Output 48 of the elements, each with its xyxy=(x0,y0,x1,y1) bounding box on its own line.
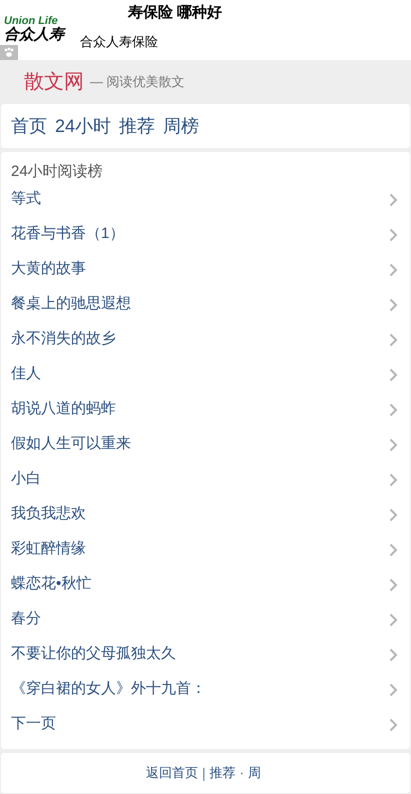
article-link[interactable]: 胡说八道的蚂蚱 xyxy=(1,392,410,427)
article-link[interactable]: 大黄的故事 xyxy=(1,252,410,287)
separator-text: | xyxy=(202,764,206,783)
nav-link[interactable]: 24小时 xyxy=(55,112,112,140)
footer-link[interactable]: 推荐 xyxy=(210,763,236,783)
chevron-right-icon xyxy=(389,578,398,592)
chevron-right-icon xyxy=(389,228,398,242)
chevron-right-icon xyxy=(389,262,398,276)
nav-link[interactable]: 推荐 xyxy=(119,112,156,140)
site-name[interactable]: 散文网 xyxy=(24,67,84,97)
article-link[interactable]: 永不消失的故乡 xyxy=(1,322,410,357)
logo-text: Union Life xyxy=(4,16,58,27)
chevron-right-icon xyxy=(389,648,398,662)
chevron-right-icon xyxy=(389,508,398,522)
article-link[interactable]: 我负我悲欢 xyxy=(1,497,410,532)
ad-headline[interactable]: 寿保险 哪种好 xyxy=(128,3,222,23)
article-link[interactable]: 春分 xyxy=(1,602,410,637)
ad-subtitle: 合众人寿保险 xyxy=(80,33,158,51)
dot-text: · xyxy=(240,764,244,782)
chevron-right-icon xyxy=(389,718,398,732)
article-link[interactable]: 蝶恋花•秋忙 xyxy=(1,567,410,602)
chevron-right-icon xyxy=(389,438,398,452)
article-link[interactable]: 不要让你的父母孤独太久 xyxy=(1,637,410,672)
nav-link[interactable]: 周榜 xyxy=(163,112,200,140)
article-link[interactable]: 《穿白裙的女人》外十九首： xyxy=(1,672,410,707)
chevron-right-icon xyxy=(389,332,398,346)
article-link[interactable]: 假如人生可以重来 xyxy=(1,427,410,462)
article-link[interactable]: 下一页 xyxy=(1,707,410,742)
list-title: 24小时阅读榜 xyxy=(10,162,104,182)
article-link[interactable]: 等式 xyxy=(1,182,410,217)
chevron-right-icon xyxy=(389,612,398,626)
chevron-right-icon xyxy=(389,192,398,206)
footer-link[interactable]: 周 xyxy=(248,763,261,783)
nav-link[interactable]: 首页 xyxy=(11,112,47,140)
article-link[interactable]: 花香与书香（1） xyxy=(1,217,410,252)
logo-text: 合众人寿 xyxy=(4,27,64,43)
chevron-right-icon xyxy=(389,542,398,556)
article-link[interactable]: 佳人 xyxy=(1,357,410,392)
chevron-right-icon xyxy=(389,682,398,696)
chevron-right-icon xyxy=(389,368,398,382)
article-link[interactable]: 餐桌上的驰思遐想 xyxy=(1,287,410,322)
footer-link[interactable]: 返回首页 xyxy=(146,763,198,783)
article-link[interactable]: 小白 xyxy=(1,462,410,497)
chevron-right-icon xyxy=(389,472,398,486)
site-tagline: — 阅读优美散文 xyxy=(90,73,185,92)
chevron-right-icon xyxy=(389,298,398,312)
article-link[interactable]: 彩虹醉情缘 xyxy=(1,532,410,567)
chevron-right-icon xyxy=(389,402,398,416)
